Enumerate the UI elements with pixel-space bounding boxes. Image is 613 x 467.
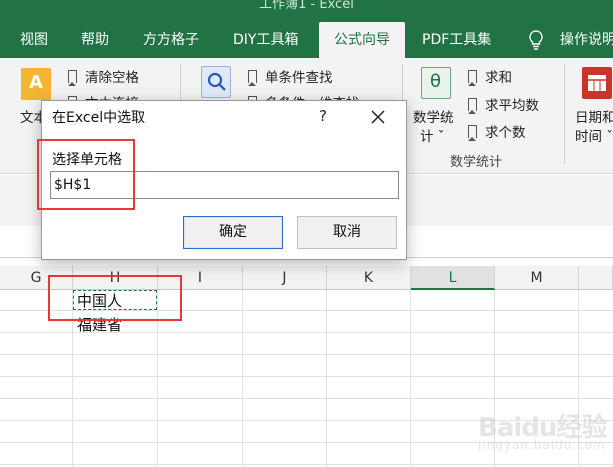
grid-line: [0, 376, 613, 377]
column-header-j[interactable]: J: [243, 266, 327, 290]
tab-diy-toolbox[interactable]: DIY工具箱: [233, 22, 298, 58]
tab-instructions[interactable]: 操作说明: [560, 22, 613, 58]
math-stats-button-line2[interactable]: 计 ˇ: [420, 125, 445, 145]
lookup-icon[interactable]: [201, 66, 231, 98]
column-header-k[interactable]: K: [327, 266, 411, 290]
cancel-button[interactable]: 取消: [297, 216, 397, 249]
column-header-l[interactable]: L: [411, 266, 495, 290]
window-title: 工作簿1 - Excel: [259, 0, 354, 12]
watermark: Baidu经验 jingyan.baidu.com: [478, 407, 608, 462]
bookmark-icon: [468, 125, 477, 141]
grid-line: [0, 464, 613, 465]
grid-line: [242, 290, 243, 467]
watermark-url: jingyan.baidu.com: [478, 438, 606, 452]
lightbulb-icon[interactable]: [528, 30, 544, 50]
theta-icon[interactable]: θ: [421, 67, 451, 99]
grid-line: [0, 398, 613, 399]
clear-spaces-button[interactable]: 清除空格: [68, 66, 139, 86]
bookmark-icon: [248, 70, 257, 86]
bookmark-icon: [468, 70, 477, 86]
tab-fangfang[interactable]: 方方格子: [143, 22, 199, 58]
ribbon-divider: [564, 64, 565, 164]
tab-pdf-tools[interactable]: PDF工具集: [422, 22, 491, 58]
highlight-box-cell: [48, 275, 182, 321]
ribbon-tabs: 视图 帮助 方方格子 DIY工具箱 公式向导 PDF工具集 操作说明: [0, 22, 613, 58]
tab-formula-wizard[interactable]: 公式向导: [319, 22, 405, 58]
dialog-title: 在Excel中选取: [52, 110, 146, 126]
close-icon[interactable]: [368, 107, 388, 127]
highlight-box-dialog: [37, 139, 135, 210]
average-button[interactable]: 求平均数: [468, 94, 539, 114]
column-header-next[interactable]: [579, 266, 613, 290]
grid-line: [326, 290, 327, 467]
tab-view[interactable]: 视图: [20, 22, 48, 58]
date-time-button-line1[interactable]: 日期和: [575, 106, 613, 126]
column-header-m[interactable]: M: [495, 266, 579, 290]
sum-button[interactable]: 求和: [468, 66, 512, 86]
math-stats-button-line1[interactable]: 数学统: [413, 106, 454, 126]
bookmark-icon: [468, 98, 477, 114]
grid-line: [0, 354, 613, 355]
ok-button[interactable]: 确定: [183, 216, 283, 249]
calendar-icon[interactable]: [582, 67, 612, 99]
single-condition-lookup-button[interactable]: 单条件查找: [248, 66, 333, 86]
grid-line: [410, 290, 411, 467]
tab-help[interactable]: 帮助: [81, 22, 109, 58]
count-button[interactable]: 求个数: [468, 121, 526, 141]
bookmark-icon: [68, 70, 77, 86]
date-time-button-line2[interactable]: 时间 ˇ: [575, 125, 613, 145]
text-tools-icon[interactable]: A: [21, 68, 51, 100]
math-stats-group-label: 数学统计: [450, 155, 503, 170]
help-button[interactable]: ?: [319, 107, 327, 125]
